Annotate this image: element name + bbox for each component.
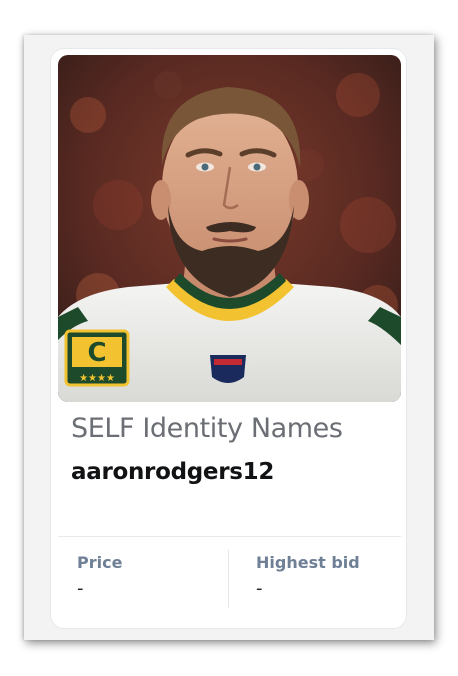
- price-value: -: [77, 578, 84, 599]
- highest-bid-label: Highest bid: [256, 553, 360, 572]
- screenshot-frame: C ★★★★ SELF Identity Names aaronrodgers1…: [24, 35, 434, 640]
- price-label: Price: [77, 553, 123, 572]
- captain-patch-icon: C ★★★★: [64, 329, 130, 387]
- league-logo-icon: [210, 355, 246, 383]
- highest-bid-value: -: [256, 578, 263, 599]
- profile-photo[interactable]: C ★★★★: [58, 55, 401, 402]
- svg-text:★★★★: ★★★★: [79, 373, 115, 384]
- stats-separator: [228, 550, 229, 608]
- collection-name: SELF Identity Names: [71, 413, 343, 444]
- stats-row: Price - Highest bid -: [51, 537, 406, 628]
- highest-bid-stat: Highest bid -: [256, 553, 360, 599]
- nft-card[interactable]: C ★★★★ SELF Identity Names aaronrodgers1…: [50, 48, 407, 629]
- username[interactable]: aaronrodgers12: [71, 459, 274, 485]
- price-stat: Price -: [77, 553, 122, 599]
- svg-text:C: C: [87, 338, 106, 368]
